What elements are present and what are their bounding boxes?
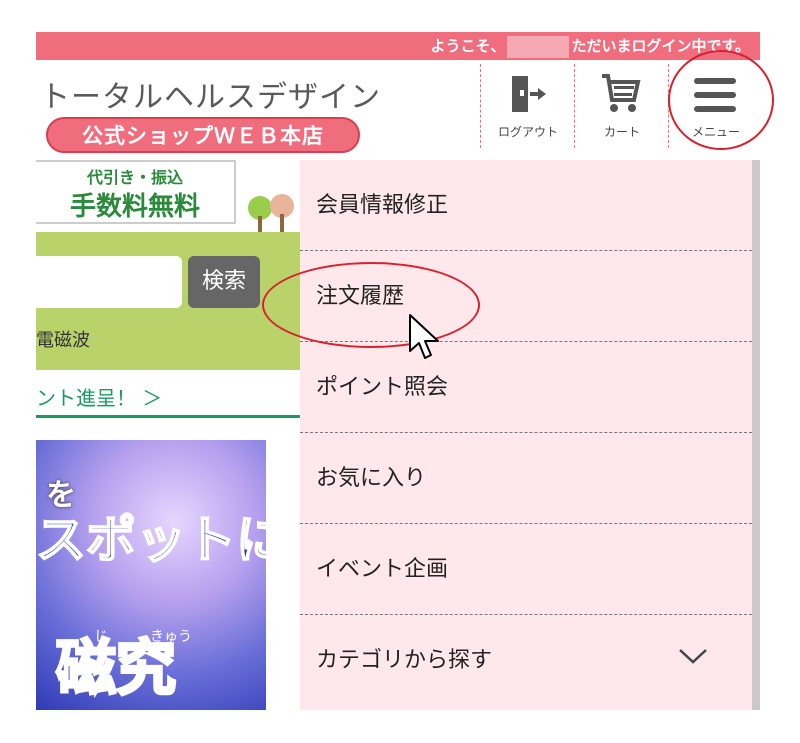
mouse-cursor-icon: [409, 314, 439, 359]
brand-name[interactable]: トータルヘルスデザイン: [40, 72, 381, 116]
menu-item-label: イベント企画: [316, 557, 449, 582]
menu-item-categories[interactable]: カテゴリから探す: [300, 615, 752, 706]
logout-button[interactable]: ログアウト: [484, 64, 572, 148]
fee-big-text: 手数料無料: [69, 192, 200, 222]
chevron-down-icon[interactable]: [678, 647, 708, 665]
menu-scrollbar[interactable]: [752, 160, 760, 710]
cart-icon: [602, 74, 641, 112]
dropdown-menu: 会員情報修正 注文履歴 ポイント照会 お気に入り イベント企画 カテゴリから探す: [300, 160, 752, 710]
welcome-bar: ようこそ、 ただいまログイン中です。: [36, 32, 760, 60]
menu-item-events[interactable]: イベント企画: [300, 524, 752, 615]
logout-icon: [512, 76, 546, 112]
banner-text-2: スポットに!: [36, 510, 266, 570]
emf-link-text[interactable]: 電磁波: [36, 326, 90, 352]
redacted-username: [507, 35, 570, 58]
menu-item-member-info[interactable]: 会員情報修正: [300, 160, 752, 251]
banner-text-3: 磁究: [55, 633, 178, 706]
annotation-circle-order-history: [262, 262, 480, 348]
menu-item-label: お気に入り: [316, 466, 427, 491]
menu-item-label: 会員情報修正: [316, 193, 449, 218]
logout-label: ログアウト: [497, 125, 558, 139]
promo-banner[interactable]: を スポットに! じ きゅう 磁究: [36, 440, 266, 710]
search-button[interactable]: 検索: [188, 256, 260, 308]
menu-item-favorites[interactable]: お気に入り: [300, 433, 752, 524]
menu-item-points[interactable]: ポイント照会: [300, 342, 752, 433]
cart-button[interactable]: カート: [578, 64, 666, 148]
welcome-prefix: ようこそ、: [430, 37, 506, 55]
campaign-link[interactable]: ント進呈！ ＞: [36, 378, 300, 418]
fee-small-text: 代引き・振込: [86, 168, 183, 187]
cart-label: カート: [603, 125, 640, 139]
header-divider: [574, 64, 575, 148]
menu-item-label: カテゴリから探す: [316, 648, 493, 673]
header-divider: [480, 64, 481, 148]
search-input[interactable]: [36, 256, 182, 308]
annotation-circle-menu: [668, 50, 774, 150]
shop-badge[interactable]: 公式ショップＷＥＢ本店: [46, 117, 360, 153]
fee-free-banner[interactable]: 代引き・振込 手数料無料: [36, 160, 236, 224]
